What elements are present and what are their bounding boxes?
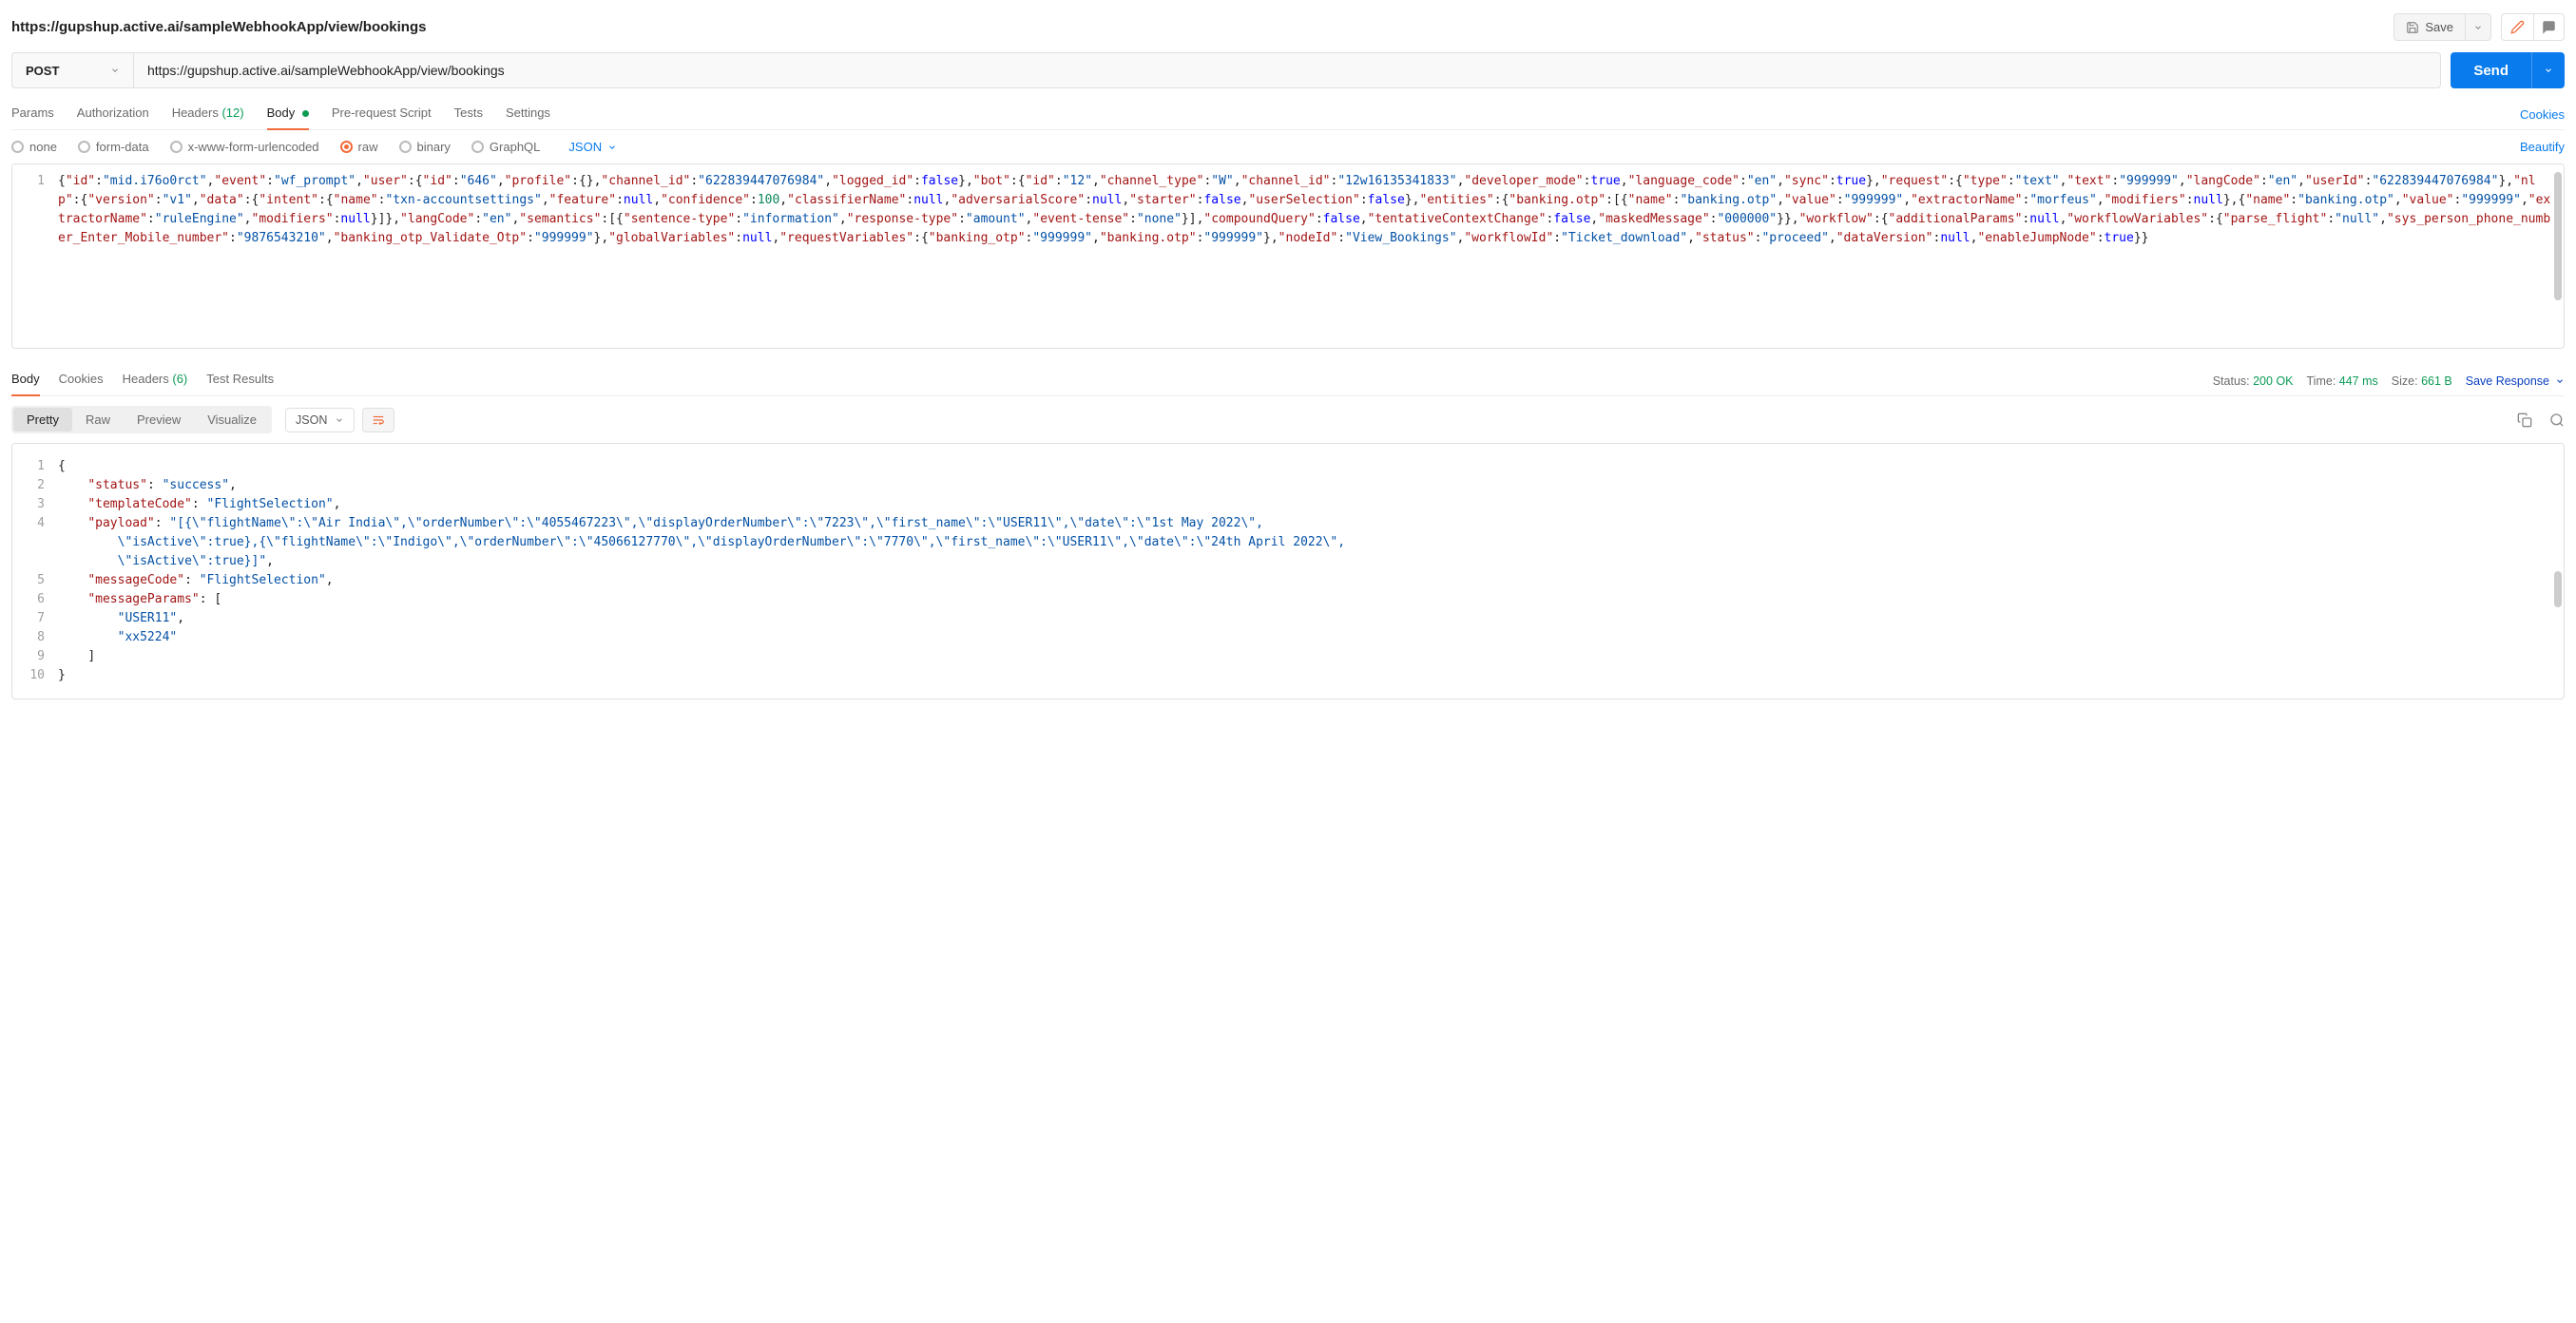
editor-code[interactable]: { "status": "success", "templateCode": "… (54, 450, 2564, 693)
tab-body[interactable]: Body (267, 100, 309, 129)
body-modified-indicator (302, 110, 309, 117)
radio-icon (471, 141, 484, 153)
line-number: 1 (20, 172, 45, 191)
bodytype-xwww[interactable]: x-www-form-urlencoded (170, 140, 319, 154)
tab-body-label: Body (267, 105, 296, 120)
bodytype-formdata[interactable]: form-data (78, 140, 149, 154)
request-tabs: Params Authorization Headers (12) Body P… (11, 100, 550, 129)
send-dropdown[interactable] (2531, 52, 2565, 88)
bodytype-none[interactable]: none (11, 140, 57, 154)
resp-tab-headers[interactable]: Headers (6) (123, 366, 188, 395)
edit-comment-group (2501, 13, 2565, 41)
comment-icon (2542, 20, 2556, 34)
wrap-icon (371, 413, 386, 427)
chevron-down-icon (2473, 23, 2483, 32)
editor-code[interactable]: {"id":"mid.i76o0rct","event":"wf_prompt"… (54, 164, 2564, 256)
chevron-down-icon (110, 66, 120, 75)
wrap-lines-button[interactable] (362, 408, 394, 432)
save-button-group: Save (2393, 13, 2491, 41)
view-visualize[interactable]: Visualize (194, 408, 270, 431)
response-tabs: Body Cookies Headers (6) Test Results (11, 366, 274, 395)
cookies-link[interactable]: Cookies (2520, 107, 2565, 122)
tab-headers[interactable]: Headers (12) (172, 100, 244, 129)
bodytype-raw[interactable]: raw (340, 140, 378, 154)
radio-icon (11, 141, 24, 153)
response-views: Pretty Raw Preview Visualize JSON (11, 406, 394, 433)
save-button[interactable]: Save (2393, 13, 2465, 41)
tab-tests[interactable]: Tests (454, 100, 483, 129)
time-value: 447 ms (2339, 374, 2378, 388)
urlbar-row: POST Send (11, 52, 2565, 88)
request-tabs-row: Params Authorization Headers (12) Body P… (11, 100, 2565, 130)
tab-prerequest[interactable]: Pre-request Script (332, 100, 432, 129)
response-lang-label: JSON (296, 413, 327, 427)
resp-tab-testresults[interactable]: Test Results (206, 366, 274, 395)
search-button[interactable] (2549, 412, 2565, 428)
header-actions: Save (2393, 13, 2565, 41)
tab-settings[interactable]: Settings (506, 100, 550, 129)
save-response-label: Save Response (2466, 374, 2549, 388)
tab-headers-label: Headers (172, 105, 219, 120)
status-value: 200 OK (2253, 374, 2293, 388)
bodytype-row: none form-data x-www-form-urlencoded raw… (11, 130, 2565, 163)
copy-icon (2517, 412, 2532, 428)
tab-params[interactable]: Params (11, 100, 54, 129)
resp-tab-headers-count: (6) (172, 372, 187, 386)
size-value: 661 B (2421, 374, 2452, 388)
send-button[interactable]: Send (2451, 52, 2531, 88)
response-toolbar: Pretty Raw Preview Visualize JSON (11, 396, 2565, 443)
response-status: Status: 200 OK Time: 447 ms Size: 661 B … (2213, 374, 2565, 388)
copy-button[interactable] (2517, 412, 2532, 428)
radio-icon (78, 141, 90, 153)
save-dropdown[interactable] (2465, 13, 2491, 41)
bodytype-options: none form-data x-www-form-urlencoded raw… (11, 140, 617, 154)
body-lang-select[interactable]: JSON (568, 140, 617, 154)
chevron-down-icon (2555, 376, 2565, 386)
edit-button[interactable] (2501, 13, 2533, 41)
comment-button[interactable] (2533, 13, 2565, 41)
save-icon (2406, 21, 2419, 34)
method-select[interactable]: POST (12, 53, 134, 87)
resp-tab-body[interactable]: Body (11, 366, 40, 395)
resp-tab-headers-label: Headers (123, 372, 169, 386)
method-value: POST (26, 64, 59, 78)
radio-icon (170, 141, 183, 153)
request-body-editor[interactable]: 1 {"id":"mid.i76o0rct","event":"wf_promp… (11, 163, 2565, 349)
request-title: https://gupshup.active.ai/sampleWebhookA… (11, 19, 426, 35)
view-raw[interactable]: Raw (72, 408, 124, 431)
response-right-icons (2517, 412, 2565, 428)
pencil-icon (2510, 20, 2525, 34)
tab-headers-count: (12) (221, 105, 243, 120)
save-response-dropdown[interactable]: Save Response (2466, 374, 2565, 388)
radio-icon (399, 141, 412, 153)
save-label: Save (2425, 20, 2453, 34)
response-body-editor[interactable]: 1234 5678910 { "status": "success", "tem… (11, 443, 2565, 700)
bodytype-binary[interactable]: binary (399, 140, 451, 154)
chevron-down-icon (2544, 66, 2553, 75)
radio-icon (340, 141, 353, 153)
view-preview[interactable]: Preview (124, 408, 194, 431)
method-url-container: POST (11, 52, 2441, 88)
search-icon (2549, 412, 2565, 428)
view-pretty[interactable]: Pretty (13, 408, 72, 431)
response-lang-select[interactable]: JSON (285, 408, 355, 432)
tab-authorization[interactable]: Authorization (77, 100, 149, 129)
resp-tab-cookies[interactable]: Cookies (59, 366, 104, 395)
editor-gutter: 1 (12, 164, 54, 256)
response-header: Body Cookies Headers (6) Test Results St… (11, 366, 2565, 396)
chevron-down-icon (335, 415, 344, 425)
body-lang-label: JSON (568, 140, 602, 154)
editor-gutter: 1234 5678910 (12, 450, 54, 693)
bodytype-graphql[interactable]: GraphQL (471, 140, 540, 154)
view-mode-group: Pretty Raw Preview Visualize (11, 406, 272, 433)
chevron-down-icon (607, 143, 617, 152)
header-row: https://gupshup.active.ai/sampleWebhookA… (11, 10, 2565, 52)
url-input[interactable] (134, 53, 2440, 87)
editor-scrollbar[interactable] (2554, 571, 2562, 607)
beautify-link[interactable]: Beautify (2520, 140, 2565, 154)
editor-scrollbar[interactable] (2554, 172, 2562, 300)
send-group: Send (2451, 52, 2565, 88)
